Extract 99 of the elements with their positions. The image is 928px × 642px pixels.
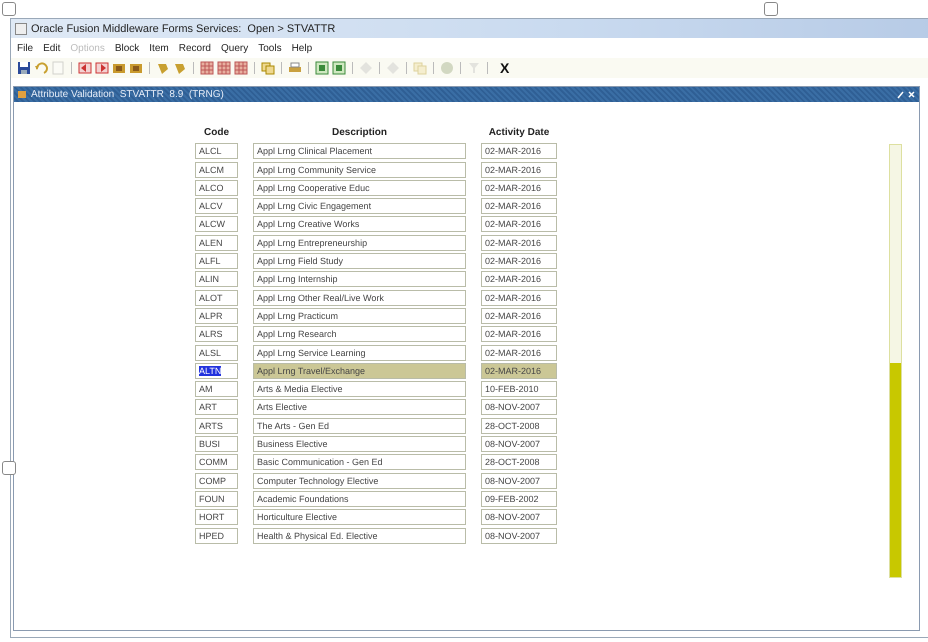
code-field[interactable]: ALEN [195,234,238,251]
description-field[interactable]: Appl Lrng Civic Engagement [253,198,466,214]
scrollbar[interactable] [889,144,902,578]
date-field[interactable]: 08-NOV-2007 [481,472,557,489]
code-field[interactable]: ALCV [195,198,238,214]
description-field[interactable]: Appl Lrng Research [253,326,466,342]
printer-icon[interactable] [288,61,302,75]
selection-handle[interactable] [2,2,16,16]
folder-icon[interactable] [129,61,143,75]
code-field[interactable]: COMM [195,454,238,470]
code-field[interactable]: AM [195,381,238,398]
restore-icon[interactable] [897,90,904,98]
selection-handle[interactable] [2,461,16,475]
selection-handle[interactable] [764,2,778,16]
code-field[interactable]: BUSI [195,436,238,452]
description-field[interactable]: Appl Lrng Practicum [253,308,466,324]
description-field[interactable]: Appl Lrng Travel/Exchange [253,362,466,379]
description-field[interactable]: Business Elective [253,436,466,452]
code-field[interactable]: FOUN [195,490,238,507]
document-icon[interactable] [332,61,346,75]
menu-item[interactable]: Item [149,42,169,54]
description-field[interactable]: The Arts - Gen Ed [253,418,466,434]
pointer-icon[interactable] [173,61,187,75]
menu-item[interactable]: File [17,42,34,54]
date-field[interactable]: 02-MAR-2016 [481,162,557,178]
date-field[interactable]: 02-MAR-2016 [481,344,557,361]
description-field[interactable]: Appl Lrng Field Study [253,253,466,270]
date-field[interactable]: 02-MAR-2016 [481,143,557,160]
code-field[interactable]: ALCM [195,162,238,178]
date-field[interactable]: 28-OCT-2008 [481,418,557,434]
description-field[interactable]: Arts & Media Elective [253,381,466,398]
description-field[interactable]: Appl Lrng Internship [253,271,466,288]
date-field[interactable]: 09-FEB-2002 [481,490,557,507]
code-field[interactable]: ALTN [195,362,238,379]
code-field[interactable]: ALPR [195,308,238,324]
grid-icon[interactable] [200,61,214,75]
date-field[interactable]: 10-FEB-2010 [481,381,557,398]
description-field[interactable]: Basic Communication - Gen Ed [253,454,466,470]
date-field[interactable]: 28-OCT-2008 [481,454,557,470]
date-field[interactable]: 02-MAR-2016 [481,290,557,306]
column-header: Code [203,127,230,140]
menu-item[interactable]: Query [220,42,248,54]
code-field[interactable]: ALCO [195,180,238,196]
menu-item[interactable]: Block [114,42,140,54]
code-field[interactable]: ALCL [195,143,238,160]
form-icon [18,90,27,99]
date-field[interactable]: 02-MAR-2016 [481,253,557,270]
date-field[interactable]: 08-NOV-2007 [481,509,557,526]
description-field[interactable]: Appl Lrng Community Service [253,162,466,178]
description-field[interactable]: Academic Foundations [253,490,466,507]
code-field[interactable]: ALOT [195,290,238,306]
date-field[interactable]: 02-MAR-2016 [481,362,557,379]
description-field[interactable]: Computer Technology Elective [253,472,466,489]
date-field[interactable]: 02-MAR-2016 [481,198,557,214]
code-field[interactable]: ALIN [195,271,238,288]
description-field[interactable]: Health & Physical Ed. Elective [253,528,466,544]
description-field[interactable]: Horticulture Elective [253,509,466,526]
code-field[interactable]: ART [195,399,238,416]
pointer-icon[interactable] [156,61,170,75]
document-icon[interactable] [315,61,329,75]
date-field[interactable]: 02-MAR-2016 [481,326,557,342]
grid-icon[interactable] [234,61,248,75]
menu-item[interactable]: Edit [43,42,60,54]
stack-icon[interactable] [261,61,275,75]
grid-icon[interactable] [217,61,231,75]
description-field[interactable]: Appl Lrng Other Real/Live Work [253,290,466,306]
code-field[interactable]: ARTS [195,418,238,434]
exit-button[interactable]: X [500,60,510,76]
date-field[interactable]: 02-MAR-2016 [481,308,557,324]
date-field[interactable]: 02-MAR-2016 [481,216,557,232]
form-title: Attribute Validation STVATTR 8.9 (TRNG) [31,89,225,100]
date-field[interactable]: 02-MAR-2016 [481,180,557,196]
code-field[interactable]: COMP [195,472,238,489]
column-header: Description [330,127,388,140]
close-icon[interactable] [908,91,915,98]
code-field[interactable]: HORT [195,509,238,526]
description-field[interactable]: Appl Lrng Creative Works [253,216,466,232]
code-field[interactable]: ALCW [195,216,238,232]
code-field[interactable]: ALRS [195,326,238,342]
date-field[interactable]: 08-NOV-2007 [481,399,557,416]
description-field[interactable]: Appl Lrng Clinical Placement [253,143,466,160]
column-header: Activity Date [488,127,550,140]
code-field[interactable]: ALFL [195,253,238,270]
folder-icon[interactable] [112,61,126,75]
code-field[interactable]: HPED [195,528,238,544]
description-field[interactable]: Appl Lrng Cooperative Educ [253,180,466,196]
description-field[interactable]: Appl Lrng Service Learning [253,344,466,361]
description-field[interactable]: Arts Elective [253,399,466,416]
menu-item[interactable]: Help [292,42,312,54]
date-field[interactable]: 02-MAR-2016 [481,271,557,288]
date-field[interactable]: 08-NOV-2007 [481,436,557,452]
date-field[interactable]: 08-NOV-2007 [481,528,557,544]
description-field[interactable]: Appl Lrng Entrepreneurship [253,234,466,251]
window-title: Oracle Fusion Middleware Forms Services: Open > STVATTR [31,22,336,34]
app-icon [15,22,27,34]
menu-item[interactable]: Tools [258,42,282,54]
menu-item[interactable]: Record [178,42,211,54]
date-field[interactable]: 02-MAR-2016 [481,234,557,251]
code-field[interactable]: ALSL [195,344,238,361]
